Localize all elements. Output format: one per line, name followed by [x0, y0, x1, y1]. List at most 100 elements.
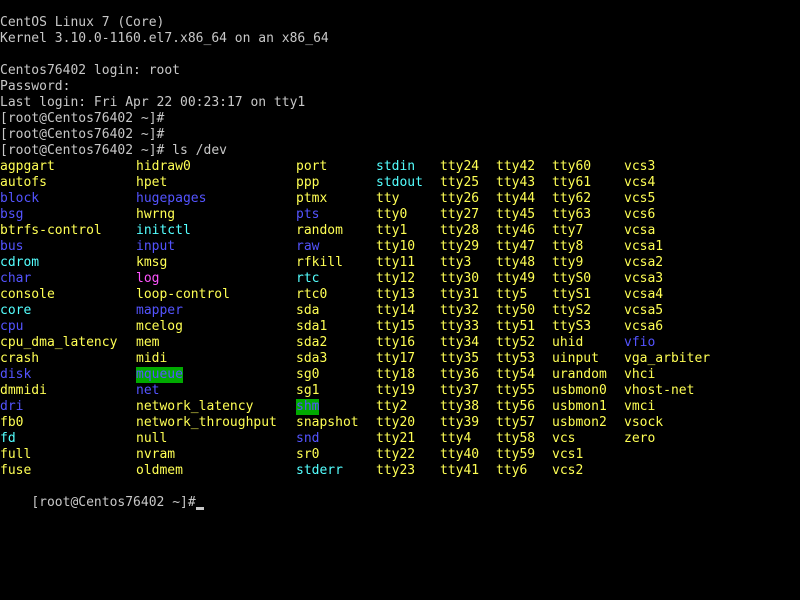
dev-entry: tty62: [552, 191, 592, 206]
dev-entry: vhci: [624, 367, 656, 382]
dev-entry: tty30: [440, 271, 480, 286]
dev-entry: vcs3: [624, 159, 656, 174]
dev-entry: tty12: [376, 271, 416, 286]
dev-entry: vhost-net: [624, 383, 695, 398]
dev-entry: tty38: [440, 399, 480, 414]
dev-entry: tty13: [376, 287, 416, 302]
dev-entry: tty10: [376, 239, 416, 254]
dev-entry: rfkill: [296, 255, 343, 270]
dev-entry: char: [0, 271, 32, 286]
dev-entry: vcs5: [624, 191, 656, 206]
dev-entry: sda3: [296, 351, 328, 366]
terminal-console[interactable]: CentOS Linux 7 (Core) Kernel 3.10.0-1160…: [0, 0, 800, 600]
dev-entry: vmci: [624, 399, 656, 414]
dev-entry: dri: [0, 399, 24, 414]
dev-entry: tty11: [376, 255, 416, 270]
dev-entry: vcsa4: [624, 287, 664, 302]
dev-entry: tty57: [496, 415, 536, 430]
dev-entry: hpet: [136, 175, 168, 190]
dev-entry: tty2: [376, 399, 408, 414]
dev-entry: vcsa6: [624, 319, 664, 334]
dev-entry: tty41: [440, 463, 480, 478]
dev-entry: tty8: [552, 239, 584, 254]
dev-entry: shm: [296, 399, 320, 415]
dev-entry: block: [0, 191, 40, 206]
dev-entry: raw: [296, 239, 320, 254]
dev-entry: tty51: [496, 319, 536, 334]
kernel-banner: Kernel 3.10.0-1160.el7.x86_64 on an x86_…: [0, 31, 329, 46]
dev-entry: tty0: [376, 207, 408, 222]
dev-entry: vga_arbiter: [624, 351, 711, 366]
dev-entry: tty16: [376, 335, 416, 350]
dev-entry: net: [136, 383, 160, 398]
shell-prompt: [root@Centos76402 ~]#: [0, 127, 165, 142]
dev-entry: vcsa5: [624, 303, 664, 318]
dev-entry: cpu_dma_latency: [0, 335, 118, 350]
dev-entry: tty61: [552, 175, 592, 190]
dev-entry: sda2: [296, 335, 328, 350]
dev-entry: tty46: [496, 223, 536, 238]
command-line-input[interactable]: [root@Centos76402 ~]#: [0, 479, 204, 510]
ls-command-line: [root@Centos76402 ~]# ls /dev: [0, 143, 227, 158]
dev-entry: tty: [376, 191, 400, 206]
dev-entry: tty26: [440, 191, 480, 206]
dev-entry: tty49: [496, 271, 536, 286]
dev-entry: usbmon0: [552, 383, 607, 398]
dev-entry: zero: [624, 431, 656, 446]
dev-entry: core: [0, 303, 32, 318]
dev-entry: tty55: [496, 383, 536, 398]
dev-entry: tty31: [440, 287, 480, 302]
dev-entry: bus: [0, 239, 24, 254]
dev-entry: hwrng: [136, 207, 176, 222]
dev-entry: mapper: [136, 303, 183, 318]
dev-entry: fb0: [0, 415, 24, 430]
dev-entry: vfio: [624, 335, 656, 350]
dev-entry: tty45: [496, 207, 536, 222]
dev-entry: cpu: [0, 319, 24, 334]
dev-entry: autofs: [0, 175, 47, 190]
dev-entry: hugepages: [136, 191, 207, 206]
dev-entry: usbmon2: [552, 415, 607, 430]
dev-entry: sda: [296, 303, 320, 318]
dev-entry: vcs4: [624, 175, 656, 190]
dev-entry: port: [296, 159, 328, 174]
dev-entry: ttyS0: [552, 271, 592, 286]
dev-entry: midi: [136, 351, 168, 366]
dev-entry: tty52: [496, 335, 536, 350]
dev-entry: tty50: [496, 303, 536, 318]
dev-entry: agpgart: [0, 159, 55, 174]
dev-entry: btrfs-control: [0, 223, 102, 238]
dev-entry: hidraw0: [136, 159, 191, 174]
dev-entry: random: [296, 223, 343, 238]
dev-entry: initctl: [136, 223, 191, 238]
dev-entry: log: [136, 271, 160, 286]
dev-entry: tty28: [440, 223, 480, 238]
dev-entry: tty59: [496, 447, 536, 462]
dev-entry: loop-control: [136, 287, 230, 302]
dev-entry: tty19: [376, 383, 416, 398]
dev-entry: tty42: [496, 159, 536, 174]
dev-entry: tty36: [440, 367, 480, 382]
dev-entry: tty7: [552, 223, 584, 238]
dev-entry: tty27: [440, 207, 480, 222]
dev-entry: tty5: [496, 287, 528, 302]
dev-entry: tty17: [376, 351, 416, 366]
dev-entry: tty43: [496, 175, 536, 190]
dev-entry: vcs: [552, 431, 576, 446]
dev-entry: vcsa2: [624, 255, 664, 270]
login-line: Centos76402 login: root: [0, 63, 181, 78]
dev-entry: tty15: [376, 319, 416, 334]
dev-entry: tty37: [440, 383, 480, 398]
dev-entry: tty29: [440, 239, 480, 254]
last-login-line: Last login: Fri Apr 22 00:23:17 on tty1: [0, 95, 306, 110]
dev-entry: tty56: [496, 399, 536, 414]
dev-entry: rtc: [296, 271, 320, 286]
os-banner: CentOS Linux 7 (Core): [0, 15, 165, 30]
dev-entry: tty6: [496, 463, 528, 478]
dev-entry: fuse: [0, 463, 32, 478]
dev-entry: null: [136, 431, 168, 446]
dev-entry: tty32: [440, 303, 480, 318]
dev-entry: tty34: [440, 335, 480, 350]
dev-entry: tty4: [440, 431, 472, 446]
dev-entry: network_throughput: [136, 415, 277, 430]
